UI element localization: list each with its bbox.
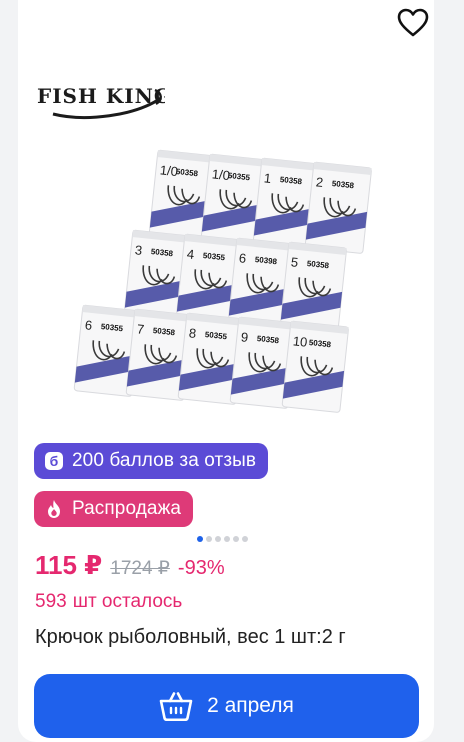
hook-pack: 2 50358 — [304, 161, 372, 254]
discount-percent: -93% — [177, 557, 225, 579]
gallery-dot[interactable] — [242, 536, 248, 542]
current-price: 115 ₽ — [35, 550, 103, 580]
gallery-dot[interactable] — [206, 536, 212, 542]
hook-packs: 1/050358 1/050355 1 50358 2 503583 50358 4 50355… — [73, 149, 372, 413]
fire-icon — [44, 499, 64, 519]
delivery-date-label: 2 апреля — [207, 694, 294, 717]
hook-pack-size: 10 — [292, 333, 308, 349]
add-to-cart-button[interactable]: 2 апреля — [34, 674, 419, 738]
review-bonus-badge[interactable]: б 200 баллов за отзыв — [34, 443, 269, 479]
stock-unit-text: шт осталось — [72, 591, 183, 612]
product-title[interactable]: Крючок рыболовный, вес 1 шт:2 г — [35, 626, 346, 649]
heart-icon — [397, 8, 429, 37]
hook-pack: 10 50358 — [281, 320, 349, 413]
svg-text:б: б — [50, 453, 59, 469]
brand-logo: FISH KING — [37, 84, 165, 119]
gallery-dot[interactable] — [224, 536, 230, 542]
stock-count: 593 — [35, 591, 67, 612]
sale-label: Распродажа — [72, 498, 182, 519]
gallery-dot[interactable] — [233, 536, 239, 542]
bonus-points-icon: б — [44, 451, 64, 471]
badges: б 200 баллов за отзыв Распродажа — [34, 443, 269, 527]
basket-icon — [159, 692, 193, 721]
favorite-button[interactable] — [396, 6, 430, 40]
sale-badge[interactable]: Распродажа — [34, 491, 194, 527]
brand-logo-text: FISH KING — [37, 84, 165, 108]
gallery-dot[interactable] — [197, 536, 203, 542]
stock-left: 593 шт осталось — [35, 591, 182, 613]
hook-pack: 5 50358 — [279, 241, 347, 334]
gallery-dot[interactable] — [215, 536, 221, 542]
old-price: 1724 ₽ — [110, 558, 170, 579]
review-bonus-label: 200 баллов за отзыв — [72, 450, 257, 471]
gallery-pagination[interactable] — [197, 536, 248, 542]
price-row: 115 ₽ 1724 ₽ -93% — [35, 550, 225, 581]
